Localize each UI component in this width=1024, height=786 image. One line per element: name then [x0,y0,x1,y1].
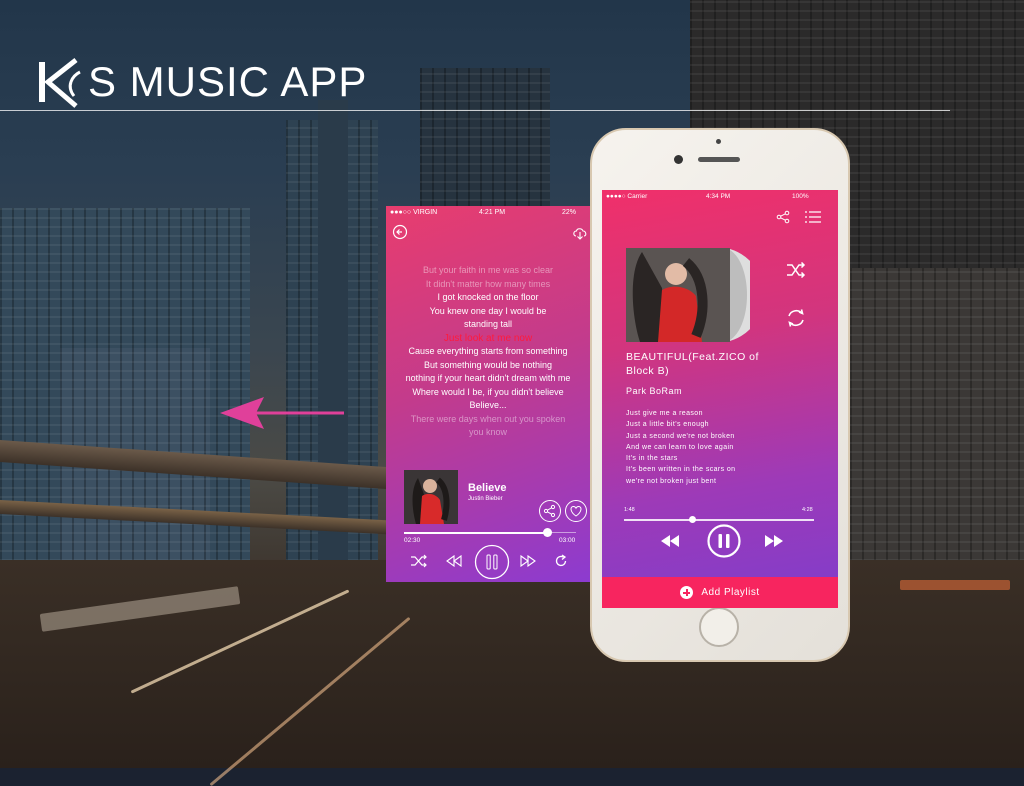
lyric-line: nothing if your heart didn't dream with … [405,373,571,383]
lyric-line: Just give me a reason [626,410,703,417]
lyric-line: But something would be nothing [423,359,553,370]
repeat-icon[interactable] [785,307,807,329]
carrier-label: ●●●●○ Carrier [606,193,648,200]
battery-label: 100% [792,193,809,200]
lyric-line-current: Just look at me now [443,332,533,344]
carrier-label: ●●●○○ VIRGIN [390,209,438,216]
battery-label: 22% [562,209,577,216]
lyric-line: But your faith in me was so clear [422,265,554,275]
favorite-button[interactable] [565,500,587,522]
lyric-line: Just a second we're not broken [626,432,735,440]
lyric-line: It's in the stars [626,455,678,463]
earpiece-speaker [698,157,740,162]
app-logo: S MUSIC APP [36,56,367,108]
playlist-icon[interactable] [804,210,822,224]
share-icon [543,504,556,518]
lyrics-list: But your faith in me was so clear It didn… [386,264,590,440]
lyric-line: Just a little bit's enough [626,421,709,429]
ks-logo-mark [39,58,81,108]
progress-thumb[interactable] [689,516,697,523]
lyrics-screen: ●●●○○ VIRGIN 4:21 PM 22% But your faith … [386,206,590,582]
song-title: BEAUTIFUL(Feat.ZICO of Block B) [626,351,759,377]
forward-icon[interactable] [520,555,536,567]
player-screen: ●●●●○ Carrier 4:34 PM 100% BEAUTIFUL(Fea… [602,190,838,608]
lyric-line: And we can learn to love again [626,443,734,451]
total-time: 4:28 [802,507,813,513]
clock-label: 4:34 PM [706,193,731,200]
progress-bar[interactable] [624,519,814,521]
app-title: S MUSIC APP [88,58,368,105]
shuffle-icon[interactable] [410,554,428,568]
album-art [626,248,750,342]
rewind-icon[interactable] [660,534,680,548]
home-button[interactable] [699,607,739,647]
lyric-line: we're not broken just bent [626,477,717,485]
total-time: 03:00 [559,537,576,544]
lyric-line: Where would I be, if you didn't believe [412,386,564,397]
rewind-icon[interactable] [446,555,462,567]
download-cloud-icon[interactable] [572,226,588,240]
back-icon[interactable] [392,224,408,240]
light-trail [900,580,1010,590]
forward-icon[interactable] [764,534,784,548]
song-title: Believe [468,482,507,494]
lyric-line: It's been written in the scars on [626,466,736,474]
lyric-line: Believe... [469,400,507,410]
shuffle-icon[interactable] [786,262,806,278]
lyric-line: It didn't matter how many times [425,278,551,289]
elapsed-time: 02:30 [404,537,421,544]
road [0,560,1024,768]
heart-icon [570,505,582,517]
status-bar: ●●●○○ VIRGIN 4:21 PM 22% [386,206,590,220]
album-cover [404,470,458,524]
progress-bar[interactable] [404,532,548,534]
pause-button[interactable] [474,544,510,580]
pause-button[interactable] [707,524,741,558]
lyrics-list: Just give me a reason Just a little bit's… [626,408,735,487]
lyric-line: I got knocked on the floor [437,292,539,302]
status-bar: ●●●●○ Carrier 4:34 PM 100% [602,190,838,204]
lyric-line: Cause everything starts from something [408,346,568,356]
header-divider [0,110,950,111]
artist-name: Justin Bieber [468,496,503,502]
lyric-line: There were days when out you spoken [410,413,566,424]
plus-circle-icon [680,586,694,599]
left-arrow-icon [220,397,344,429]
share-button[interactable] [539,500,561,522]
elapsed-time: 1:48 [624,507,635,513]
clock-label: 4:21 PM [479,209,506,216]
front-camera [674,155,683,164]
add-playlist-button[interactable]: Add Playlist [602,577,838,608]
share-icon[interactable] [776,210,790,224]
lyric-line: standing tall [463,319,513,329]
lyric-line: You knew one day I would be [429,305,547,316]
proximity-sensor [716,139,721,144]
add-playlist-label: Add Playlist [701,587,760,598]
artist-name: Park BoRam [626,386,683,396]
progress-thumb[interactable] [543,528,553,537]
lyric-line: you know [468,427,508,437]
repeat-icon[interactable] [554,554,568,568]
